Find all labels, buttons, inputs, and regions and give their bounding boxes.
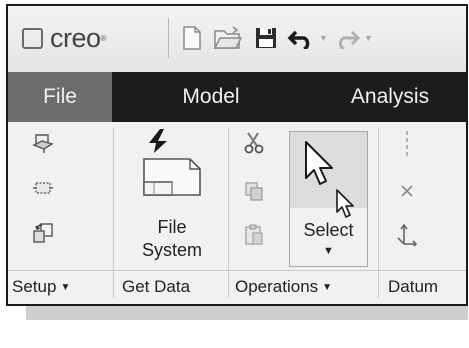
undo-dropdown-icon[interactable]: ▼: [319, 33, 328, 43]
file-system-icon[interactable]: [132, 126, 208, 202]
ribbon-tab-bar: File Model Analysis: [8, 72, 466, 122]
logo-text: creo: [50, 22, 101, 53]
file-system-label-line1: File: [157, 217, 187, 237]
creo-window: creo ® ▼ ▼ File Model Analysis Setup ▼ F…: [6, 4, 468, 306]
paste-icon[interactable]: [241, 222, 267, 248]
redo-dropdown-icon[interactable]: ▼: [364, 33, 373, 43]
title-bar: creo ® ▼ ▼: [8, 6, 466, 72]
file-system-button[interactable]: File System: [118, 216, 226, 262]
undo-icon[interactable]: [286, 23, 316, 53]
group-separator: [228, 128, 229, 298]
copy-icon[interactable]: [241, 178, 267, 204]
redo-icon[interactable]: [332, 23, 362, 53]
window-drop-shadow: [26, 306, 468, 320]
group-label-datum: Datum: [388, 277, 439, 296]
datum-coordinate-system-icon[interactable]: [394, 220, 420, 248]
tab-analysis[interactable]: Analysis: [320, 72, 460, 122]
creo-logo: creo ®: [22, 20, 106, 56]
group-label-operations[interactable]: Operations ▼: [235, 272, 332, 302]
group-separator: [113, 128, 114, 298]
quick-access-separator: [168, 18, 169, 58]
mouse-cursor-icon: [336, 189, 354, 218]
group-label-get-data: Get Data: [122, 277, 191, 296]
datum-point-icon[interactable]: [394, 178, 420, 204]
group-label-divider: [8, 270, 466, 271]
ribbon-panel: Setup ▼ File System Get Data Select ▼ Op…: [8, 122, 466, 304]
tab-model[interactable]: Model: [156, 72, 266, 122]
logo-registered-mark: ®: [100, 33, 107, 43]
group-label-setup-text: Setup: [12, 277, 57, 296]
select-button-label: Select: [303, 220, 354, 240]
cut-icon[interactable]: [241, 130, 267, 156]
select-button[interactable]: Select ▼: [289, 131, 368, 267]
setup-dropdown-icon[interactable]: ▼: [60, 282, 70, 293]
open-folder-icon[interactable]: [212, 23, 244, 53]
file-system-label-line2: System: [141, 240, 202, 260]
logo-square-icon: [22, 27, 43, 49]
select-arrow-icon: [305, 141, 333, 185]
operations-dropdown-icon[interactable]: ▼: [322, 282, 332, 293]
setup-model-icon[interactable]: [30, 175, 56, 201]
save-icon[interactable]: [252, 23, 280, 53]
group-label-setup[interactable]: Setup ▼: [12, 272, 70, 302]
group-separator: [378, 128, 379, 298]
tab-file[interactable]: File: [8, 72, 112, 122]
setup-regenerate-icon[interactable]: [30, 220, 56, 246]
new-file-icon[interactable]: [178, 23, 206, 53]
group-label-operations-text: Operations: [235, 277, 319, 296]
datum-axis-icon[interactable]: [394, 130, 420, 160]
select-dropdown-icon[interactable]: ▼: [290, 245, 367, 257]
setup-part-icon[interactable]: [30, 130, 56, 156]
